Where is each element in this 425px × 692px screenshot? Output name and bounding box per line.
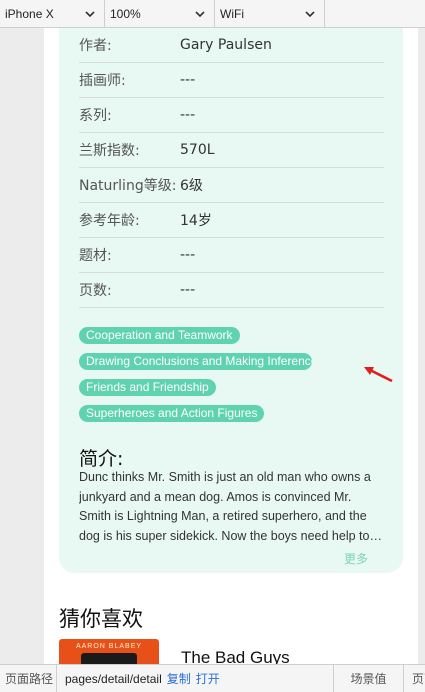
- info-label: 兰斯指数:: [79, 143, 140, 159]
- chevron-down-icon: [195, 11, 205, 18]
- path-label: 页面路径: [0, 664, 57, 692]
- recommend-title: 猜你喜欢: [59, 607, 143, 631]
- info-value: ---: [180, 247, 196, 263]
- pointer-arrow-icon: [364, 367, 393, 383]
- info-row-lexile: 兰斯指数: 570L: [79, 133, 384, 168]
- recommended-book-title[interactable]: The Bad Guys: [181, 648, 290, 664]
- info-row-level: Naturling等级: 6级: [79, 168, 384, 203]
- topic-tag[interactable]: Drawing Conclusions and Making Inference…: [79, 353, 312, 370]
- info-value: 14岁: [180, 213, 212, 229]
- topic-tag[interactable]: Friends and Friendship: [79, 379, 216, 396]
- intro-text: Dunc thinks Mr. Smith is just an old man…: [79, 470, 382, 543]
- topic-tag[interactable]: Cooperation and Teamwork: [79, 327, 240, 344]
- detail-page[interactable]: 作者: Gary Paulsen 插画师: --- 系列: --- 兰斯指数: …: [44, 28, 418, 664]
- info-row-illustrator: 插画师: ---: [79, 63, 384, 98]
- scene-value-button[interactable]: 场景值: [333, 664, 403, 692]
- zoom-select[interactable]: 100%: [105, 0, 215, 28]
- info-label: 页数:: [79, 283, 112, 299]
- info-row-pages: 页数: ---: [79, 273, 384, 308]
- info-label: 系列:: [79, 108, 112, 124]
- book-cover[interactable]: AARON BLABEY: [59, 639, 159, 664]
- cover-art: [81, 653, 137, 664]
- simulator-viewport: 作者: Gary Paulsen 插画师: --- 系列: --- 兰斯指数: …: [0, 28, 425, 664]
- info-label: 题材:: [79, 248, 112, 264]
- page-params-button[interactable]: 页面参数: [403, 664, 425, 692]
- zoom-select-value: 100%: [110, 7, 141, 21]
- device-select[interactable]: iPhone X: [0, 0, 105, 28]
- info-row-age: 参考年龄: 14岁: [79, 203, 384, 238]
- chevron-down-icon: [85, 11, 95, 18]
- topic-tag[interactable]: Superheroes and Action Figures: [79, 405, 265, 422]
- intro-title: 简介:: [79, 448, 124, 470]
- info-value: 570L: [180, 142, 215, 158]
- info-row-author: 作者: Gary Paulsen: [79, 28, 384, 63]
- network-select[interactable]: WiFi: [215, 0, 325, 28]
- info-label: 插画师:: [79, 73, 126, 89]
- more-link[interactable]: 更多: [344, 550, 368, 567]
- simulator-statusbar: 页面路径 pages/detail/detail 复制 打开 场景值 页面参数: [0, 664, 425, 692]
- info-row-genre: 题材: ---: [79, 238, 384, 273]
- simulator-toolbar: iPhone X 100% WiFi: [0, 0, 425, 28]
- cover-author: AARON BLABEY: [75, 643, 143, 650]
- book-info-card: 作者: Gary Paulsen 插画师: --- 系列: --- 兰斯指数: …: [59, 28, 403, 573]
- copy-link[interactable]: 复制: [162, 670, 191, 687]
- info-value: Gary Paulsen: [180, 37, 272, 53]
- info-value: 6级: [180, 178, 203, 194]
- page-path: pages/detail/detail: [65, 671, 162, 686]
- info-value: ---: [180, 72, 196, 88]
- info-label: 作者:: [79, 38, 112, 54]
- info-value: ---: [180, 282, 196, 298]
- chevron-down-icon: [305, 11, 315, 18]
- info-row-series: 系列: ---: [79, 98, 384, 133]
- info-value: ---: [180, 107, 196, 123]
- network-select-value: WiFi: [220, 7, 244, 21]
- device-select-value: iPhone X: [5, 7, 54, 21]
- info-label: Naturling等级:: [79, 178, 177, 194]
- open-link[interactable]: 打开: [191, 670, 220, 687]
- info-label: 参考年龄:: [79, 213, 140, 229]
